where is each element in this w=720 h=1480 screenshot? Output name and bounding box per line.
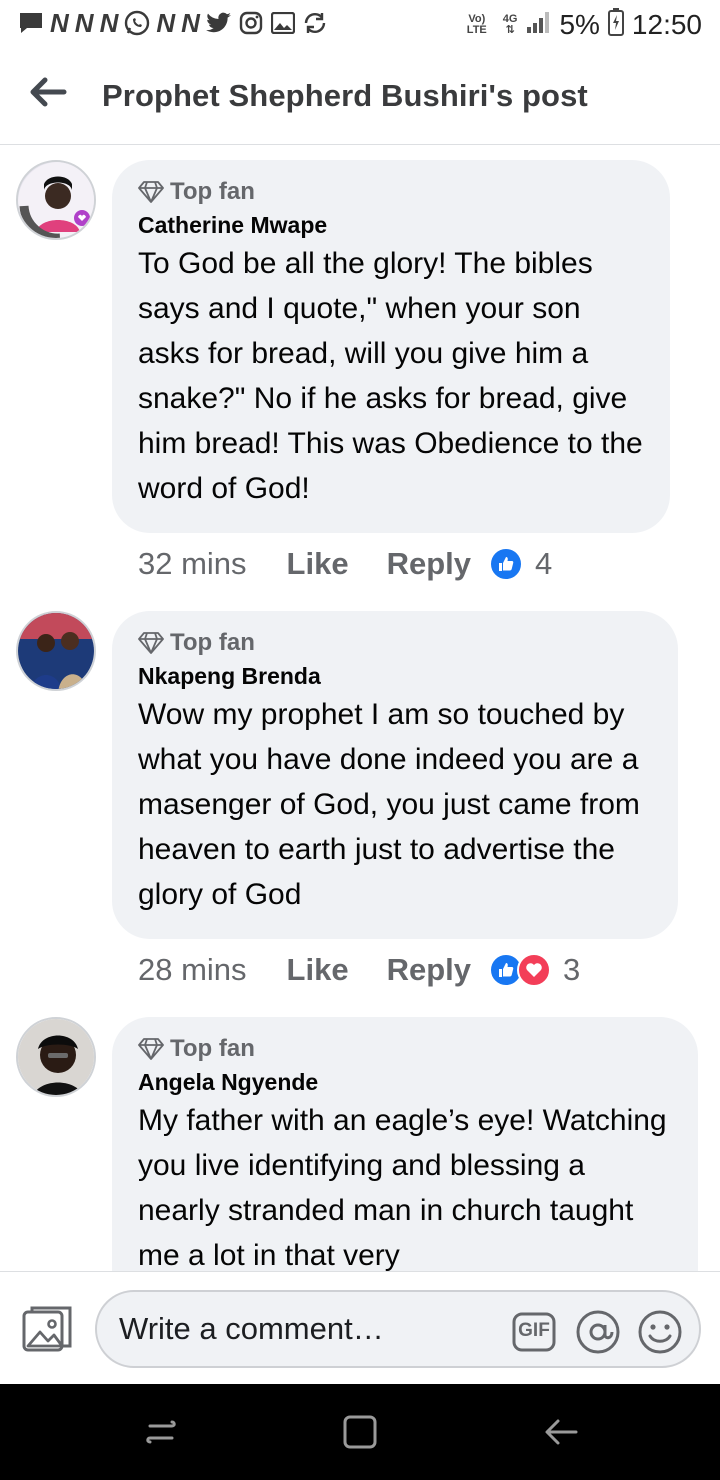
diamond-icon bbox=[138, 632, 164, 654]
app-header: Prophet Shepherd Bushiri's post bbox=[0, 50, 720, 145]
photo-icon bbox=[22, 1306, 72, 1352]
mention-button[interactable] bbox=[575, 1309, 621, 1355]
comment-time[interactable]: 32 mins bbox=[138, 546, 247, 582]
back-icon bbox=[545, 1419, 578, 1445]
back-button[interactable] bbox=[28, 76, 68, 108]
emoji-button[interactable] bbox=[637, 1309, 683, 1355]
volte-indicator: Vo) LTE bbox=[466, 12, 487, 36]
gallery-icon bbox=[270, 10, 296, 36]
back-nav-button[interactable] bbox=[540, 1412, 584, 1452]
avatar[interactable] bbox=[16, 611, 96, 691]
reaction-count: 4 bbox=[535, 546, 553, 581]
comment-text: To God be all the glory! The bibles says… bbox=[138, 247, 643, 505]
instagram-icon bbox=[238, 10, 264, 36]
reaction-count: 3 bbox=[563, 952, 581, 987]
comment-bubble[interactable]: Top fan Nkapeng Brenda Wow my prophet I … bbox=[112, 611, 678, 939]
sync-icon bbox=[302, 10, 328, 36]
at-sign-icon bbox=[576, 1310, 620, 1354]
smiley-icon bbox=[638, 1310, 682, 1354]
diamond-icon bbox=[138, 181, 164, 203]
reaction-summary[interactable]: 4 bbox=[489, 546, 552, 582]
reply-button[interactable]: Reply bbox=[387, 952, 471, 988]
arrow-left-icon bbox=[30, 77, 67, 107]
comment-text: My father with an eagle’s eye! Watching … bbox=[138, 1104, 667, 1271]
signal-icon bbox=[525, 9, 551, 40]
gif-label: GIF bbox=[518, 1320, 550, 1341]
message-icon bbox=[18, 10, 44, 36]
avatar[interactable] bbox=[16, 1017, 96, 1097]
add-photo-button[interactable] bbox=[22, 1304, 74, 1354]
comment-bubble[interactable]: Top fan Catherine Mwape To God be all th… bbox=[112, 160, 670, 533]
comment-text: Wow my prophet I am so touched by what y… bbox=[138, 698, 640, 911]
like-reaction-icon bbox=[489, 547, 523, 581]
top-fan-badge: Top fan bbox=[138, 1035, 672, 1063]
heart-reaction-icon bbox=[517, 953, 551, 987]
system-nav-bar bbox=[0, 1384, 720, 1480]
comment-author[interactable]: Nkapeng Brenda bbox=[138, 663, 652, 690]
comment-actions: 32 mins Like Reply 4 bbox=[138, 546, 552, 582]
comment-bubble[interactable]: Top fan Angela Ngyende My father with an… bbox=[112, 1017, 698, 1271]
battery-icon bbox=[607, 8, 624, 41]
comment-author[interactable]: Catherine Mwape bbox=[138, 212, 644, 239]
page-title: Prophet Shepherd Bushiri's post bbox=[102, 78, 588, 113]
recent-apps-button[interactable] bbox=[140, 1412, 184, 1452]
comment-time[interactable]: 28 mins bbox=[138, 952, 247, 988]
comment-actions: 28 mins Like Reply 3 bbox=[138, 952, 580, 988]
gif-button[interactable]: GIF bbox=[511, 1309, 557, 1355]
system-indicators: Vo) LTE 4G ⇅ 5% 12:50 bbox=[467, 8, 702, 41]
twitter-icon bbox=[205, 10, 232, 36]
home-button[interactable] bbox=[340, 1412, 384, 1452]
recents-icon bbox=[146, 1420, 176, 1444]
top-fan-badge: Top fan bbox=[138, 629, 652, 657]
like-button[interactable]: Like bbox=[287, 546, 349, 582]
reaction-summary[interactable]: 3 bbox=[489, 952, 580, 988]
notification-icons: N N N N N bbox=[18, 10, 328, 36]
home-icon bbox=[343, 1415, 377, 1449]
comment-input-pill: GIF bbox=[95, 1290, 701, 1368]
whatsapp-icon bbox=[124, 10, 150, 36]
avatar[interactable] bbox=[16, 160, 96, 240]
like-button[interactable]: Like bbox=[287, 952, 349, 988]
n-icon: N bbox=[181, 8, 200, 38]
diamond-icon bbox=[138, 1038, 164, 1060]
comments-list: Top fan Catherine Mwape To God be all th… bbox=[0, 146, 720, 1271]
n-icon: N bbox=[156, 8, 176, 38]
comment-input[interactable] bbox=[119, 1306, 499, 1352]
comment-composer: GIF bbox=[0, 1271, 720, 1384]
clock: 12:50 bbox=[631, 8, 702, 40]
network-indicator: 4G ⇅ bbox=[502, 12, 518, 36]
reply-button[interactable]: Reply bbox=[387, 546, 471, 582]
top-fan-badge: Top fan bbox=[138, 178, 644, 206]
n-icon: N bbox=[74, 8, 94, 38]
battery-percent: 5% bbox=[559, 8, 600, 40]
status-bar: N N N N N Vo) LTE 4G ⇅ 5% 12:50 bbox=[0, 0, 720, 50]
comment-author[interactable]: Angela Ngyende bbox=[138, 1069, 672, 1096]
n-icon: N bbox=[50, 8, 69, 38]
n-icon: N bbox=[99, 8, 119, 38]
